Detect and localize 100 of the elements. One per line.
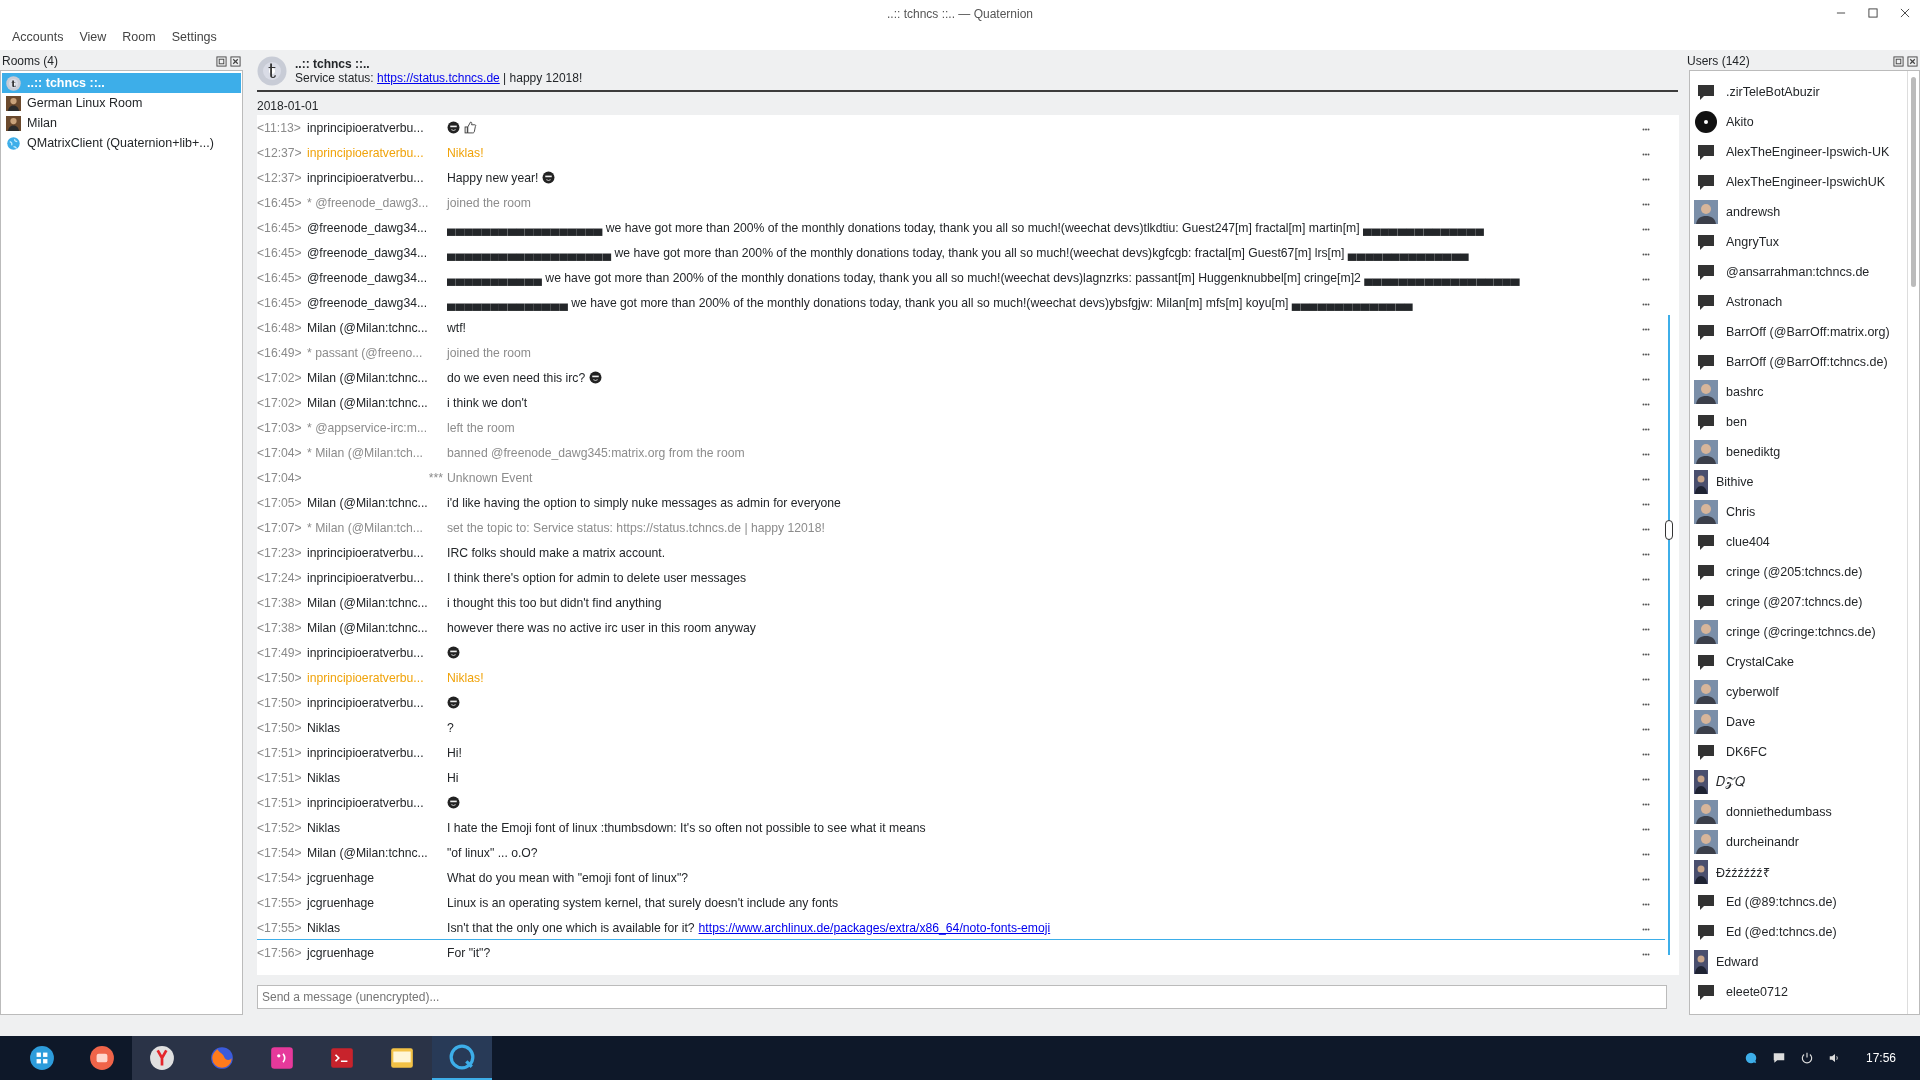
taskbar-app[interactable] (132, 1036, 192, 1080)
timestamp: <17:04> (257, 470, 303, 485)
taskbar-app[interactable] (372, 1036, 432, 1080)
message-icon[interactable] (1771, 1051, 1786, 1065)
user-item[interactable]: clue404 (1690, 527, 1907, 557)
more-icon[interactable] (1642, 528, 1650, 531)
author-name: inprincipioeratverbu... (307, 145, 425, 160)
more-icon[interactable] (1642, 278, 1650, 281)
more-icon[interactable] (1642, 328, 1650, 331)
scrollbar-handle[interactable] (1911, 77, 1916, 287)
maximize-icon[interactable] (1866, 6, 1880, 20)
user-item[interactable]: andrewsh (1690, 197, 1907, 227)
more-icon[interactable] (1642, 503, 1650, 506)
menu-item[interactable]: Room (114, 28, 164, 50)
author-name: inprincipioeratverbu... (307, 170, 425, 185)
sidebar-item[interactable]: Milan (2, 113, 241, 133)
user-item[interactable]: Ed (@89:tchncs.de) (1690, 887, 1907, 917)
menu-item[interactable]: Settings (163, 28, 225, 50)
user-item[interactable]: @ansarrahman:tchncs.de (1690, 257, 1907, 287)
more-icon[interactable] (1642, 153, 1650, 156)
more-icon[interactable] (1642, 378, 1650, 381)
more-icon[interactable] (1642, 603, 1650, 606)
more-icon[interactable] (1642, 203, 1650, 206)
more-icon[interactable] (1642, 553, 1650, 556)
user-item[interactable]: Edward (1690, 947, 1907, 977)
face-icon (447, 796, 460, 809)
scrollbar-handle[interactable] (1665, 520, 1673, 540)
menu-item[interactable]: Accounts (4, 28, 72, 50)
chat-client-icon[interactable] (1743, 1051, 1758, 1065)
link[interactable]: https://status.tchncs.de (377, 71, 500, 85)
user-item[interactable]: benediktg (1690, 437, 1907, 467)
more-icon[interactable] (1642, 953, 1650, 956)
author-name: Niklas (307, 820, 342, 835)
more-icon[interactable] (1642, 128, 1650, 131)
user-item[interactable]: donniethedumbass (1690, 797, 1907, 827)
user-item[interactable]: Chris (1690, 497, 1907, 527)
more-icon[interactable] (1642, 353, 1650, 356)
close-icon[interactable] (230, 55, 241, 67)
more-icon[interactable] (1642, 828, 1650, 831)
more-icon[interactable] (1642, 803, 1650, 806)
author-name: * Milan (@Milan:tch... (307, 520, 424, 535)
more-icon[interactable] (1642, 303, 1650, 306)
user-item[interactable]: Astronach (1690, 287, 1907, 317)
user-item[interactable]: Bithive (1690, 467, 1907, 497)
sidebar-item[interactable]: German Linux Room (2, 93, 241, 113)
user-item[interactable]: CrystalCake (1690, 647, 1907, 677)
message-field[interactable]: Send a message (unencrypted)... (257, 985, 1667, 1009)
more-icon[interactable] (1642, 928, 1650, 931)
user-item[interactable]: cringe (@205:tchncs.de) (1690, 557, 1907, 587)
user-item[interactable]: bashrc (1690, 377, 1907, 407)
user-item[interactable]: cringe (@cringe:tchncs.de) (1690, 617, 1907, 647)
user-item[interactable]: ben (1690, 407, 1907, 437)
more-icon[interactable] (1642, 453, 1650, 456)
user-item[interactable]: Ed (@ed:tchncs.de) (1690, 917, 1907, 947)
timestamp: <17:23> (257, 545, 303, 560)
user-item[interactable]: AlexTheEngineer-Ipswich-UK (1690, 137, 1907, 167)
more-icon[interactable] (1642, 178, 1650, 181)
more-icon[interactable] (1642, 853, 1650, 856)
menu-item[interactable]: View (71, 28, 115, 50)
scrollbar[interactable] (1668, 315, 1670, 955)
user-item[interactable]: 𝐷𝒵𝑄 (1690, 767, 1907, 797)
more-icon[interactable] (1642, 903, 1650, 906)
user-item[interactable]: .zirTeleBotAbuzir (1690, 77, 1907, 107)
user-item[interactable]: DK6FC (1690, 737, 1907, 767)
close-icon[interactable] (1898, 6, 1912, 20)
user-item[interactable]: eleete0712 (1690, 977, 1907, 1007)
float-icon[interactable] (1893, 55, 1904, 67)
message-text: ? (447, 720, 454, 735)
more-icon[interactable] (1642, 478, 1650, 481)
more-icon[interactable] (1642, 703, 1650, 706)
user-item[interactable]: BarrOff (@BarrOff:matrix.org) (1690, 317, 1907, 347)
float-icon[interactable] (216, 55, 227, 67)
more-icon[interactable] (1642, 778, 1650, 781)
power-icon[interactable] (1799, 1051, 1814, 1065)
user-item[interactable]: BarrOff (@BarrOff:tchncs.de) (1690, 347, 1907, 377)
message-text: ▄▄▄▄▄▄▄▄▄▄▄▄▄▄▄▄▄▄ we have got more than 200% of the monthly donations today, thank you all so much!(weechat devs)tlkdtiu: Guest247[m] fractal[m] martin[m] ▄▄▄▄▄▄▄▄▄▄▄▄▄▄ (447, 220, 1484, 235)
user-item[interactable]: cyberwolf (1690, 677, 1907, 707)
more-icon[interactable] (1642, 403, 1650, 406)
more-icon[interactable] (1642, 678, 1650, 681)
sidebar-item[interactable]: QMatrixClient (Quaternion+lib+...) (2, 133, 241, 153)
more-icon[interactable] (1642, 728, 1650, 731)
user-item[interactable]: AlexTheEngineer-IpswichUK (1690, 167, 1907, 197)
more-icon[interactable] (1642, 753, 1650, 756)
user-item[interactable]: durcheinandr (1690, 827, 1907, 857)
more-icon[interactable] (1642, 428, 1650, 431)
link[interactable]: https://www.archlinux.de/packages/extra/x86_64/noto-fonts-emoji (698, 920, 1051, 935)
user-item[interactable]: cringe (@207:tchncs.de) (1690, 587, 1907, 617)
more-icon[interactable] (1642, 578, 1650, 581)
more-icon[interactable] (1642, 653, 1650, 656)
more-icon[interactable] (1642, 228, 1650, 231)
user-item[interactable]: AngryTux (1690, 227, 1907, 257)
sidebar-item[interactable]: t ..:: tchncs ::.. (2, 73, 241, 93)
close-icon[interactable] (1907, 55, 1918, 67)
more-icon[interactable] (1642, 628, 1650, 631)
user-item[interactable]: Akito (1690, 107, 1907, 137)
author-name: * @appservice-irc:m... (307, 420, 429, 435)
user-item[interactable]: Đźźźźźź₹ (1690, 857, 1907, 887)
user-item[interactable]: Dave (1690, 707, 1907, 737)
more-icon[interactable] (1642, 253, 1650, 256)
more-icon[interactable] (1642, 878, 1650, 881)
